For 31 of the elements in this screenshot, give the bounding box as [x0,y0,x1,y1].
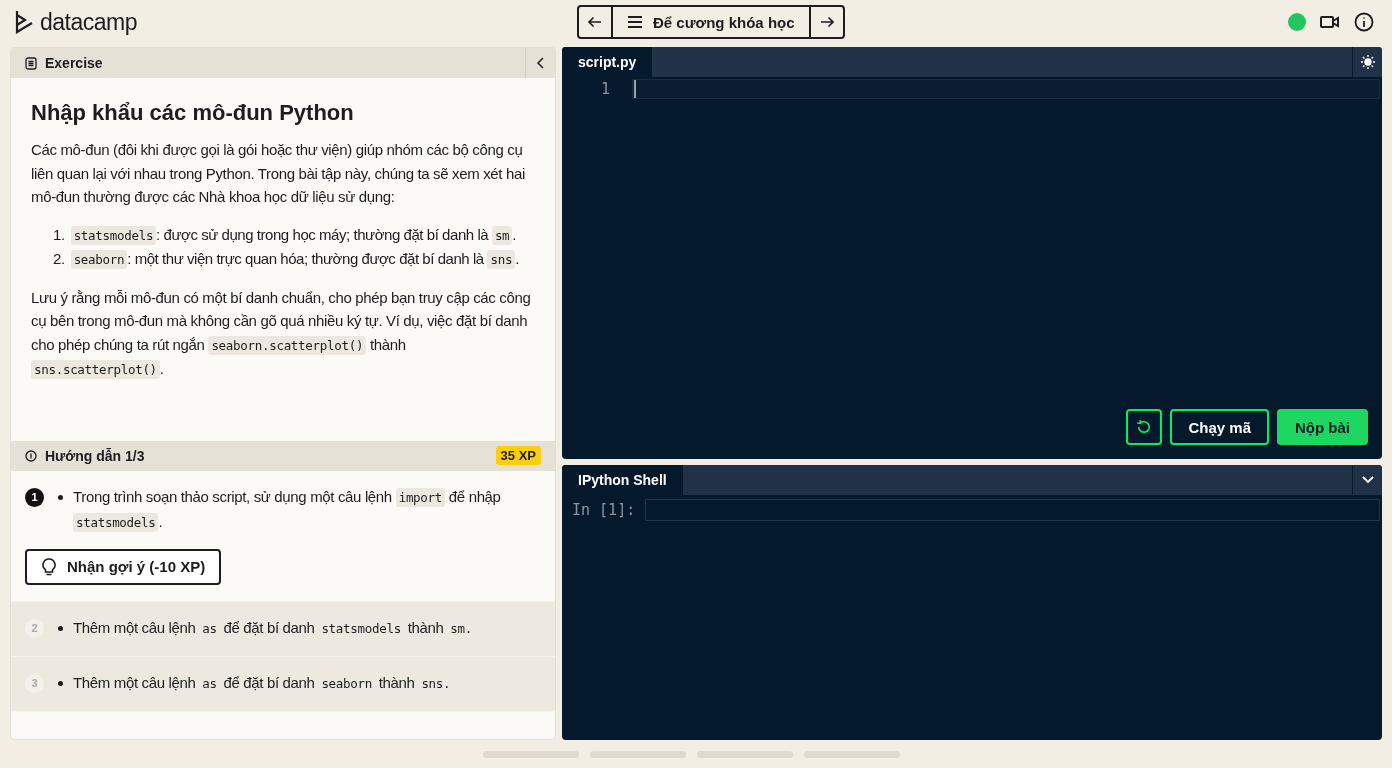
shell-prompt: In [1]: [572,501,636,519]
script-tab[interactable]: script.py [562,47,653,77]
submit-button[interactable]: Nộp bài [1277,409,1368,445]
sun-icon [1360,55,1375,69]
chevron-down-icon [1361,476,1374,484]
video-icon[interactable] [1320,14,1340,30]
logo-text: datacamp [40,8,137,36]
instruction-step[interactable]: 2 Thêm một câu lệnh as để đặt bí danh statsmodels thành sm. [11,601,555,657]
info-circle-icon [25,449,37,462]
reset-button[interactable] [1126,409,1163,445]
hint-button[interactable]: Nhận gợi ý (-10 XP) [25,548,222,585]
shell-input[interactable] [645,499,1380,521]
document-icon [25,56,37,70]
theme-button[interactable] [1352,47,1382,77]
exercise-title: Nhập khẩu các mô-đun Python [31,100,355,126]
lightbulb-icon [41,557,57,576]
menu-icon [627,15,643,29]
run-code-button[interactable]: Chạy mã [1170,409,1269,445]
list-item: 1. statsmodels : được sử dụng trong học máy; thường đặt bí danh là sm . [53,224,518,247]
instructions-title: Hướng dẫn 1/3 [25,447,145,464]
list-item: 2. seaborn : một thư viện trực quan hóa; thường được đặt bí danh là sns . [53,249,520,271]
line-number: 1 [600,79,610,99]
expand-button[interactable] [1352,465,1382,495]
xp-badge: 35 XP [495,446,541,466]
chevron-left-icon [535,57,546,69]
info-icon[interactable] [1354,12,1374,32]
shell-tab[interactable]: IPython Shell [562,465,683,495]
instruction-step[interactable]: 3 Thêm một câu lệnh as để đặt bí danh seaborn thành sns. [11,656,555,712]
intro-paragraph: Các mô-đun (đôi khi được gọi là gói hoặc thư viện) giúp nhóm các bộ công cụ liên quan lại với nhau trong Python. Trong bài tập này, chúng ta sẽ xem xét hai mô-đun thường được các Nhà khoa học dữ liệu sử dụng: [31,140,526,207]
note-paragraph: Lưu ý rằng mỗi mô-đun có một bí danh chuẩn, cho phép bạn truy cập các công cụ bên trong mô-đun mà không cần gõ quá nhiều ký tự. Ví dụ, việc đặt bí danh cho phép chúng ta rút ngắn seaborn.scatterplot() thành sns.scatterplot() . [31,287,532,381]
collapse-button[interactable] [525,48,555,78]
